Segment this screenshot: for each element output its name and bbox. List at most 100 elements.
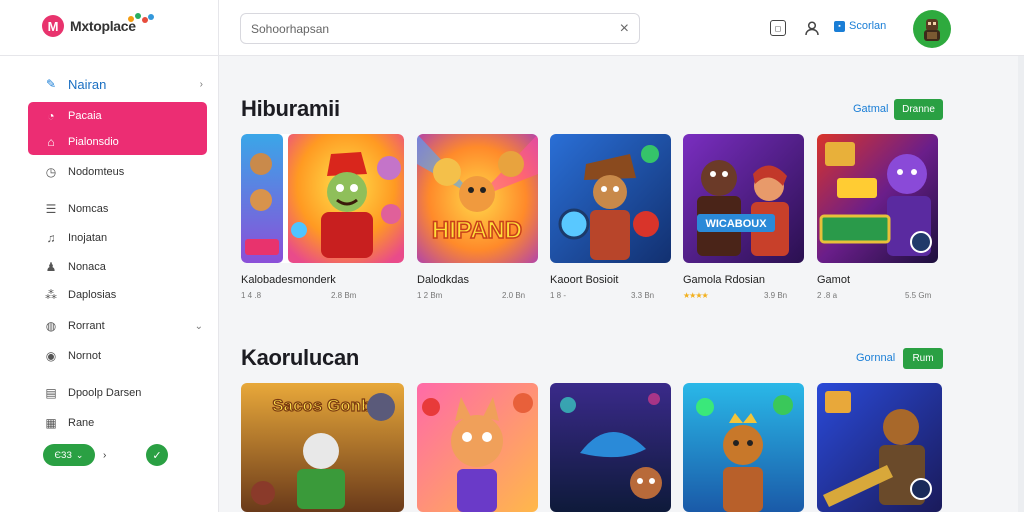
section-action-button[interactable]: Dranne xyxy=(894,99,943,120)
game-card[interactable]: WICABOUX xyxy=(683,134,804,263)
section-action-button[interactable]: Rum xyxy=(903,348,943,369)
sidebar-item-label: Rorrant xyxy=(68,320,105,332)
game-art xyxy=(817,383,942,512)
sidebar-item-daplosias[interactable]: ⁂ Daplosias xyxy=(28,283,207,307)
sidebar-item-nornot[interactable]: ◉ Nornot xyxy=(28,344,207,368)
game-title: Kalobadesmonderk xyxy=(241,274,336,286)
close-icon[interactable]: × xyxy=(620,20,629,38)
bag-icon: ⌂ xyxy=(47,135,55,149)
grid-icon: ▦ xyxy=(45,416,57,430)
game-art-text: HIPAND xyxy=(432,217,522,244)
compass-icon: ◉ xyxy=(45,349,57,363)
avatar[interactable] xyxy=(913,10,951,48)
game-title: Gamot xyxy=(817,274,851,286)
window-icon[interactable]: ◻ xyxy=(770,20,786,36)
game-meta: 1 2 Bm xyxy=(417,291,443,300)
app-logo[interactable]: M Mxtoplace xyxy=(42,13,154,37)
sidebar-item-label: Nomcas xyxy=(68,203,109,215)
section-title: Kaorulucan xyxy=(241,345,360,370)
language-select[interactable]: ЄЗЗ ⌄ xyxy=(43,444,95,466)
top-header: M Mxtoplace × ◻ ▪ Scorlan xyxy=(0,0,1024,56)
logo-text: Mxtoplace xyxy=(70,18,136,34)
clock-icon: ◷ xyxy=(45,165,57,179)
game-size: 5.5 Gm xyxy=(905,291,932,300)
section-title: Hiburamii xyxy=(241,96,340,121)
logo-dots xyxy=(128,13,158,25)
game-card[interactable]: HIPAND xyxy=(417,134,538,263)
game-art xyxy=(817,134,938,263)
game-art-text: WICABOUX xyxy=(705,218,767,230)
logo-mark: M xyxy=(42,15,64,37)
game-art: HIPAND xyxy=(417,134,538,263)
game-card[interactable] xyxy=(817,383,942,512)
language-label: ЄЗЗ xyxy=(54,450,72,460)
game-art xyxy=(550,383,671,512)
game-meta: 1 4 .8 xyxy=(241,291,262,300)
sidebar-item-nomcas[interactable]: ☰ Nomcas xyxy=(28,197,207,221)
sidebar-item-label: Nonaca xyxy=(68,261,106,273)
chevron-right-icon: › xyxy=(199,78,203,90)
user-icon[interactable] xyxy=(804,20,820,36)
sidebar-item-pacaia[interactable]: ◔ Pacaia xyxy=(28,104,207,128)
check-button[interactable]: ✓ xyxy=(146,444,168,466)
game-size: 2.0 Bn xyxy=(502,291,526,300)
signin-icon: ▪ xyxy=(834,20,845,32)
game-art: Sacos Gonbo xyxy=(241,383,404,512)
sidebar-item-dpoolp-darsen[interactable]: ▤ Dpoolp Darsen xyxy=(28,381,207,405)
chevron-down-icon: ⌄ xyxy=(75,449,84,460)
sidebar-item-label: Nodomteus xyxy=(68,166,125,178)
sidebar-footer: ЄЗЗ ⌄ › xyxy=(43,444,106,466)
game-title: Kaoort Bosioit xyxy=(550,274,619,286)
game-card[interactable] xyxy=(550,383,671,512)
sidebar-item-label: Nairan xyxy=(68,76,107,92)
game-meta: 2 .8 a xyxy=(817,291,838,300)
game-card[interactable] xyxy=(417,383,538,512)
sidebar-item-label: Rane xyxy=(68,417,95,429)
sidebar-item-label: Daplosias xyxy=(68,289,117,301)
game-art xyxy=(241,134,404,263)
game-size: 3.9 Bn xyxy=(764,291,788,300)
sidebar-item-label: Inojatan xyxy=(68,232,108,244)
pencil-icon: ✎ xyxy=(45,77,57,91)
signin-label: Scorlan xyxy=(849,20,887,32)
game-art xyxy=(683,383,804,512)
sidebar-item-nairan[interactable]: ✎ Nairan › xyxy=(28,72,207,96)
share-icon: ⁂ xyxy=(45,288,57,302)
game-card[interactable] xyxy=(817,134,938,263)
game-card[interactable] xyxy=(683,383,804,512)
sidebar-item-label: Pacaia xyxy=(68,110,102,122)
game-size: 2.8 Bm xyxy=(331,291,357,300)
game-title: Dalodkdas xyxy=(417,274,469,286)
sidebar-item-nonaca[interactable]: ♟ Nonaca xyxy=(28,255,207,279)
sidebar-divider xyxy=(218,0,219,512)
game-meta: 1 8 - xyxy=(550,291,567,300)
section-see-all-link[interactable]: Gatmal xyxy=(853,103,888,115)
scrollbar[interactable] xyxy=(1018,56,1024,512)
game-art: WICABOUX xyxy=(683,134,804,263)
person-icon: ♟ xyxy=(45,260,57,274)
rating-stars: ★★★★ xyxy=(683,291,709,300)
sidebar-item-pialonsdio[interactable]: ⌂ Pialonsdio xyxy=(28,130,207,154)
game-art-text: Sacos Gonbo xyxy=(272,396,382,415)
signin-link[interactable]: ▪ Scorlan xyxy=(834,20,886,32)
game-size: 3.3 Bn xyxy=(631,291,655,300)
doc-icon: ▤ xyxy=(45,386,57,400)
game-art xyxy=(550,134,671,263)
game-art xyxy=(417,383,538,512)
game-card[interactable]: Sacos Gonbo xyxy=(241,383,404,512)
list-icon: ☰ xyxy=(45,202,57,216)
section-see-all-link[interactable]: Gornnal xyxy=(856,352,895,364)
sidebar-item-label: Nornot xyxy=(68,350,102,362)
globe-icon: ◍ xyxy=(45,319,57,333)
sidebar-item-label: Pialonsdio xyxy=(68,136,119,148)
sidebar-item-inojatan[interactable]: ♫ Inojatan xyxy=(28,226,207,250)
search-input[interactable] xyxy=(251,21,620,36)
bell-icon: ♫ xyxy=(46,231,56,245)
sidebar-item-rorrant[interactable]: ◍ Rorrant ⌄ xyxy=(28,314,207,338)
game-card[interactable] xyxy=(550,134,671,263)
sidebar-item-label: Dpoolp Darsen xyxy=(68,387,142,399)
game-card[interactable] xyxy=(241,134,404,263)
sidebar-item-rane[interactable]: ▦ Rane xyxy=(28,411,207,435)
sidebar-item-nodomteus[interactable]: ◷ Nodomteus xyxy=(28,160,207,184)
search-bar[interactable]: × xyxy=(240,13,640,44)
